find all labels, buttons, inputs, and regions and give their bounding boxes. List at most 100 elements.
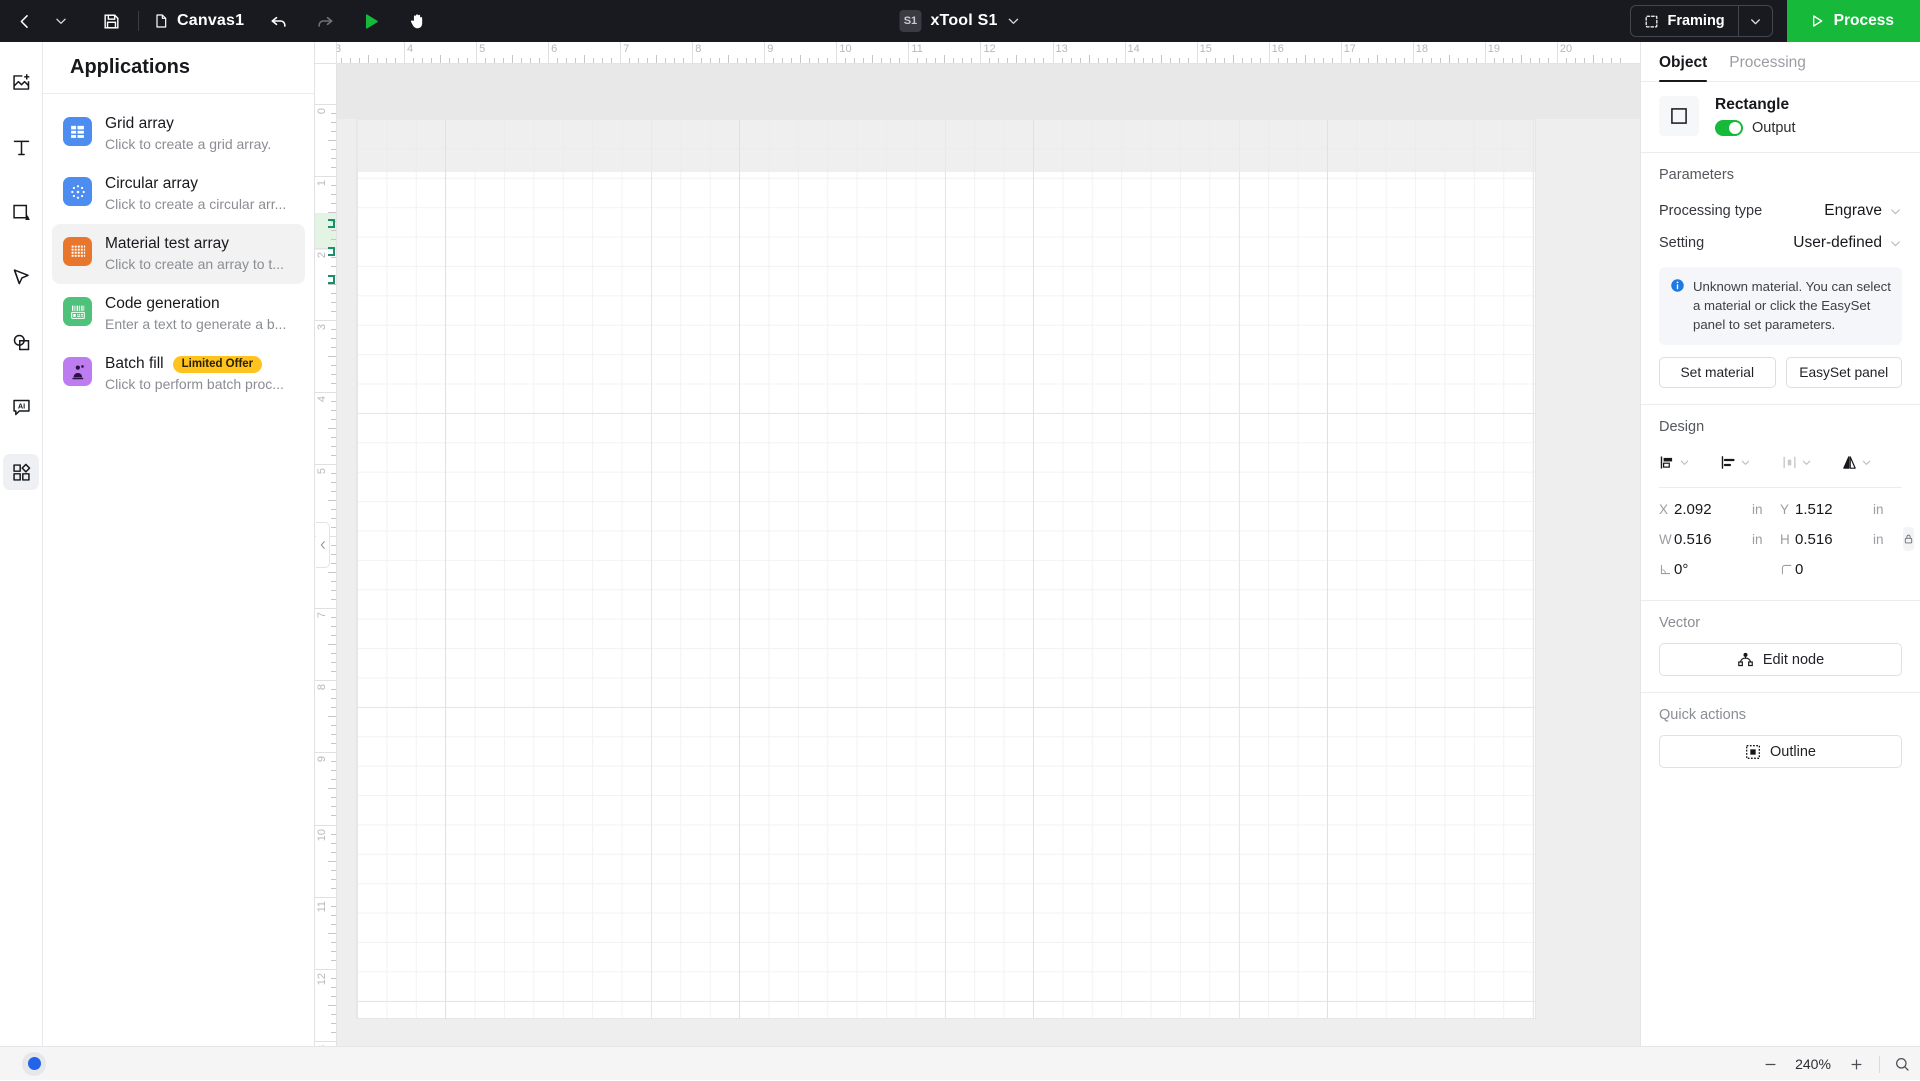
outline-icon xyxy=(1745,744,1761,760)
ruler-h-label: 11 xyxy=(908,43,922,55)
zoom-out-button[interactable] xyxy=(1761,1055,1779,1073)
y-input[interactable]: 1.512 xyxy=(1795,501,1873,518)
edit-node-button[interactable]: Edit node xyxy=(1659,643,1902,676)
w-label: W xyxy=(1659,532,1674,547)
tab-object[interactable]: Object xyxy=(1659,54,1707,81)
ruler-h-minor-tick xyxy=(1521,55,1522,63)
ruler-v-minor-tick xyxy=(331,257,336,258)
ruler-v-minor-tick xyxy=(331,924,336,925)
tab-processing[interactable]: Processing xyxy=(1729,54,1806,81)
work-bed[interactable] xyxy=(357,119,1535,1018)
applications-grid-icon xyxy=(11,462,32,483)
ruler-v-minor-tick xyxy=(331,906,336,907)
outline-button[interactable]: Outline xyxy=(1659,735,1902,768)
processing-type-select[interactable]: Engrave xyxy=(1824,202,1902,220)
list-item[interactable]: Code generation Enter a text to generate… xyxy=(52,284,305,344)
canvas-viewport[interactable] xyxy=(337,64,1640,1046)
ruler-v-minor-tick xyxy=(331,689,336,690)
tool-rail: AI xyxy=(0,42,43,1046)
output-toggle[interactable] xyxy=(1715,120,1743,136)
list-item-title: Batch fill xyxy=(105,355,164,373)
ruler-h-minor-tick xyxy=(629,58,630,63)
ruler-v-label: 8 xyxy=(316,684,328,690)
panel-collapse-button[interactable] xyxy=(316,522,330,568)
status-bar-left xyxy=(0,1052,46,1076)
ruler-v-minor-tick xyxy=(331,491,336,492)
ruler-h-minor-tick xyxy=(1080,58,1081,63)
align-distribute-button[interactable] xyxy=(1659,447,1720,477)
chevron-down-icon xyxy=(1679,457,1690,468)
pen-tool-icon xyxy=(11,267,32,288)
rail-item-applications[interactable] xyxy=(3,454,39,490)
rail-item-text[interactable] xyxy=(3,129,39,165)
ruler-h-minor-tick xyxy=(539,58,540,63)
rail-item-pen[interactable] xyxy=(3,259,39,295)
ruler-h-minor-tick xyxy=(1043,58,1044,63)
align-center-vertical-button[interactable] xyxy=(1781,447,1842,477)
properties-tabs: Object Processing xyxy=(1641,42,1920,82)
device-selector[interactable]: S1 xTool S1 xyxy=(899,10,1020,32)
framing-button-group: Framing xyxy=(1630,5,1772,37)
lock-aspect-button[interactable] xyxy=(1903,527,1914,551)
ruler-h-minor-tick xyxy=(386,58,387,63)
list-item[interactable]: Grid array Click to create a grid array. xyxy=(52,104,305,164)
save-button[interactable] xyxy=(92,2,130,40)
top-toolbar-right: Framing Process xyxy=(1630,0,1920,42)
setting-select[interactable]: User-defined xyxy=(1793,234,1902,252)
chevron-down-icon xyxy=(1889,237,1902,250)
ruler-v-minor-tick xyxy=(331,338,336,339)
flip-horizontal-button[interactable] xyxy=(1841,447,1902,477)
ruler-v-minor-tick xyxy=(331,797,336,798)
w-unit: in xyxy=(1752,532,1780,547)
ruler-h-minor-tick xyxy=(728,55,729,63)
ruler-v-minor-tick xyxy=(331,879,336,880)
image-add-icon xyxy=(11,72,32,93)
rail-item-shape[interactable] xyxy=(3,194,39,230)
ruler-h-minor-tick xyxy=(521,58,522,63)
run-preview-button[interactable] xyxy=(352,2,390,40)
circular-array-icon xyxy=(63,177,92,206)
back-button[interactable] xyxy=(4,2,42,40)
ruler-v-label: 2 xyxy=(316,252,328,258)
fit-to-screen-button[interactable] xyxy=(1894,1056,1910,1072)
layer-color-swatch[interactable] xyxy=(22,1052,46,1076)
corner-radius-input[interactable]: 0 xyxy=(1795,561,1873,578)
zoom-control: 240% xyxy=(1761,1055,1865,1073)
ruler-h-label: 8 xyxy=(692,43,701,55)
setting-label: Setting xyxy=(1659,235,1704,251)
align-left-button[interactable] xyxy=(1720,447,1781,477)
framing-dropdown-button[interactable] xyxy=(1738,6,1772,36)
ruler-h-minor-tick xyxy=(602,58,603,63)
rail-item-image-add[interactable] xyxy=(3,64,39,100)
canvas-area[interactable]: 34567891011121314151617181920 0123456789… xyxy=(315,42,1640,1046)
list-item[interactable]: Circular array Click to create a circula… xyxy=(52,164,305,224)
ruler-h-minor-tick xyxy=(512,55,513,63)
workspace-dropdown-button[interactable] xyxy=(42,2,80,40)
framing-button[interactable]: Framing xyxy=(1631,6,1737,36)
rail-item-ai[interactable]: AI xyxy=(3,389,39,425)
list-item[interactable]: Material test array Click to create an a… xyxy=(52,224,305,284)
pan-tool-button[interactable] xyxy=(398,2,436,40)
ruler-v-minor-tick xyxy=(331,122,336,123)
rotation-input[interactable]: 0° xyxy=(1674,561,1752,578)
x-input[interactable]: 2.092 xyxy=(1674,501,1752,518)
set-material-button[interactable]: Set material xyxy=(1659,357,1776,388)
undo-button[interactable] xyxy=(260,2,298,40)
document-tab[interactable]: Canvas1 xyxy=(147,2,254,40)
ruler-h-minor-tick xyxy=(1377,55,1378,63)
ruler-v-minor-tick xyxy=(331,311,336,312)
zoom-in-button[interactable] xyxy=(1847,1055,1865,1073)
easyset-panel-button[interactable]: EasySet panel xyxy=(1786,357,1903,388)
h-unit: in xyxy=(1873,532,1901,547)
h-input[interactable]: 0.516 xyxy=(1795,531,1873,548)
object-name: Rectangle xyxy=(1715,96,1796,114)
redo-button[interactable] xyxy=(306,2,344,40)
process-button[interactable]: Process xyxy=(1787,0,1920,42)
w-input[interactable]: 0.516 xyxy=(1674,531,1752,548)
ruler-v-label: 1 xyxy=(316,180,328,186)
rail-item-boolean[interactable] xyxy=(3,324,39,360)
list-item[interactable]: Batch fill Limited Offer Click to perfor… xyxy=(52,344,305,404)
ruler-v-minor-tick xyxy=(331,951,336,952)
parameters-section: Parameters Processing type Engrave Setti… xyxy=(1641,153,1920,388)
ruler-h-minor-tick xyxy=(1386,58,1387,63)
